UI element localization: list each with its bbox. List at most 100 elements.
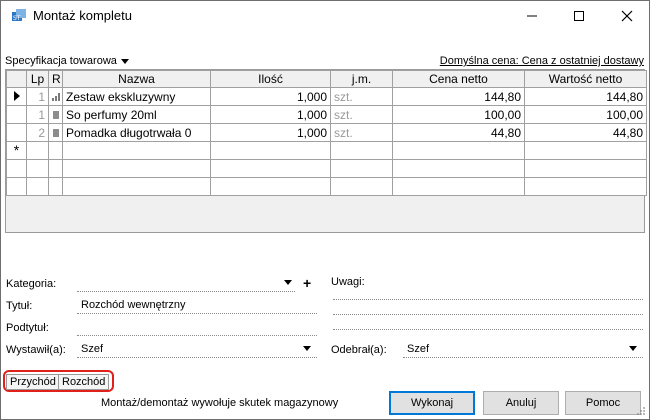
cell-r[interactable]: [48, 87, 63, 106]
empty-cell: [48, 159, 63, 178]
row-header: [6, 159, 27, 178]
maximize-icon: [573, 11, 584, 21]
column-header-jm[interactable]: j.m.: [330, 70, 393, 88]
cell-wartosc-netto[interactable]: 44,80: [524, 123, 647, 142]
cell-lp[interactable]: 1: [26, 87, 49, 106]
empty-cell[interactable]: [26, 141, 49, 160]
empty-cell[interactable]: [524, 141, 647, 160]
podtytul-label: Podtytuł:: [6, 322, 49, 334]
kit-bars-icon: [52, 93, 60, 102]
asterisk-icon: *: [13, 141, 20, 158]
tytul-label: Tytuł:: [6, 300, 33, 312]
tytul-value: Rozchód wewnętrzny: [81, 299, 186, 311]
dialog-body: Specyfikacja towarowa Domyślna cena: Cen…: [3, 31, 649, 419]
empty-cell: [62, 177, 211, 196]
empty-cell[interactable]: [392, 141, 525, 160]
column-header-nazwa[interactable]: Nazwa: [62, 70, 211, 88]
empty-cell: [330, 159, 393, 178]
empty-cell[interactable]: [330, 141, 393, 160]
maximize-button[interactable]: [556, 1, 601, 31]
chevron-down-icon: [284, 280, 292, 285]
podtytul-input[interactable]: [77, 319, 315, 335]
cell-r[interactable]: [48, 123, 63, 142]
podtytul-underline: [77, 335, 317, 336]
cell-nazwa[interactable]: Pomadka długotrwała 0: [62, 123, 211, 142]
cell-jm[interactable]: szt.: [330, 105, 393, 124]
cell-lp[interactable]: 1: [26, 105, 49, 124]
table-row[interactable]: 1 So perfumy 20ml 1,000 szt. 100,00 100,…: [6, 105, 647, 124]
row-header: [6, 123, 27, 142]
default-price-link[interactable]: Domyślna cena: Cena z ostatniej dostawy: [440, 55, 644, 67]
anuluj-button[interactable]: Anuluj: [483, 391, 559, 415]
new-row[interactable]: *: [6, 141, 647, 160]
wystawil-value: Szef: [81, 343, 104, 355]
column-header-r[interactable]: R: [48, 70, 63, 88]
odebral-value: Szef: [407, 343, 430, 355]
cell-lp[interactable]: 2: [26, 123, 49, 142]
specification-dropdown[interactable]: Specyfikacja towarowa: [5, 55, 129, 67]
close-button[interactable]: [604, 1, 649, 31]
status-text: Montaż/demontaż wywołuje skutek magazyno…: [101, 397, 339, 409]
odebral-dropdown[interactable]: Szef: [403, 341, 643, 357]
montaz-kompletu-window: ST Montaż kompletu Specyfikacja towarowa…: [0, 0, 650, 420]
cell-jm[interactable]: szt.: [330, 123, 393, 142]
kategoria-dropdown[interactable]: [77, 275, 299, 291]
cell-cena-netto[interactable]: 144,80: [392, 87, 525, 106]
minimize-icon: [526, 15, 537, 17]
wystawil-dropdown[interactable]: Szef: [77, 341, 317, 357]
cell-wartosc-netto[interactable]: 144,80: [524, 87, 647, 106]
empty-cell: [392, 159, 525, 178]
cell-jm[interactable]: szt.: [330, 87, 393, 106]
uwagi-line: [333, 314, 643, 315]
close-icon: [621, 10, 632, 22]
title-bar[interactable]: ST Montaż kompletu: [1, 1, 649, 31]
table-row[interactable]: 2 Pomadka długotrwała 0 1,000 szt. 44,80…: [6, 123, 647, 142]
component-square-icon: [52, 129, 59, 138]
tytul-underline: [77, 313, 317, 314]
row-header: [6, 105, 27, 124]
tytul-input[interactable]: Rozchód wewnętrzny: [77, 297, 315, 313]
wykonaj-button[interactable]: Wykonaj: [389, 391, 475, 415]
tab-rozchod[interactable]: Rozchód: [58, 374, 110, 390]
items-table: Lp R Nazwa Ilość j.m. Cena netto Wartość…: [6, 70, 647, 196]
chevron-down-icon: [629, 346, 637, 351]
empty-cell: [210, 159, 331, 178]
empty-cell[interactable]: [48, 141, 63, 160]
empty-cell: [210, 177, 331, 196]
cell-nazwa[interactable]: Zestaw ekskluzywny: [62, 87, 211, 106]
current-row-pointer: [6, 87, 27, 106]
uwagi-line: [333, 329, 643, 330]
empty-row: [6, 159, 647, 178]
cell-ilosc[interactable]: 1,000: [210, 87, 331, 106]
empty-cell[interactable]: [62, 141, 211, 160]
cell-cena-netto[interactable]: 44,80: [392, 123, 525, 142]
empty-cell[interactable]: [210, 141, 331, 160]
resize-grip-icon[interactable]: [636, 406, 646, 416]
row-header-corner: [6, 70, 27, 88]
empty-cell: [26, 159, 49, 178]
cell-ilosc[interactable]: 1,000: [210, 105, 331, 124]
column-header-lp[interactable]: Lp: [26, 70, 49, 88]
cell-r[interactable]: [48, 105, 63, 124]
minimize-button[interactable]: [509, 1, 554, 31]
add-category-icon[interactable]: +: [303, 276, 311, 290]
cell-ilosc[interactable]: 1,000: [210, 123, 331, 142]
table-row[interactable]: 1 Zestaw ekskluzywny 1,000 szt. 144,80 1…: [6, 87, 647, 106]
empty-row: [6, 177, 647, 196]
column-header-ilosc[interactable]: Ilość: [210, 70, 331, 88]
cell-wartosc-netto[interactable]: 100,00: [524, 105, 647, 124]
column-header-cena-netto[interactable]: Cena netto: [392, 70, 525, 88]
chevron-down-icon: [120, 58, 129, 64]
new-row-marker: *: [6, 141, 27, 160]
odebral-label: Odebrał(a):: [331, 344, 387, 356]
pomoc-button[interactable]: Pomoc: [565, 391, 641, 415]
column-header-wartosc-netto[interactable]: Wartość netto: [524, 70, 647, 88]
cell-nazwa[interactable]: So perfumy 20ml: [62, 105, 211, 124]
table-header-row: Lp R Nazwa Ilość j.m. Cena netto Wartość…: [6, 70, 647, 88]
cell-cena-netto[interactable]: 100,00: [392, 105, 525, 124]
wystawil-label: Wystawił(a):: [6, 344, 66, 356]
specification-dropdown-label: Specyfikacja towarowa: [5, 55, 117, 67]
items-grid[interactable]: Lp R Nazwa Ilość j.m. Cena netto Wartość…: [5, 69, 647, 233]
tab-przychod[interactable]: Przychód: [6, 374, 60, 390]
empty-cell: [330, 177, 393, 196]
